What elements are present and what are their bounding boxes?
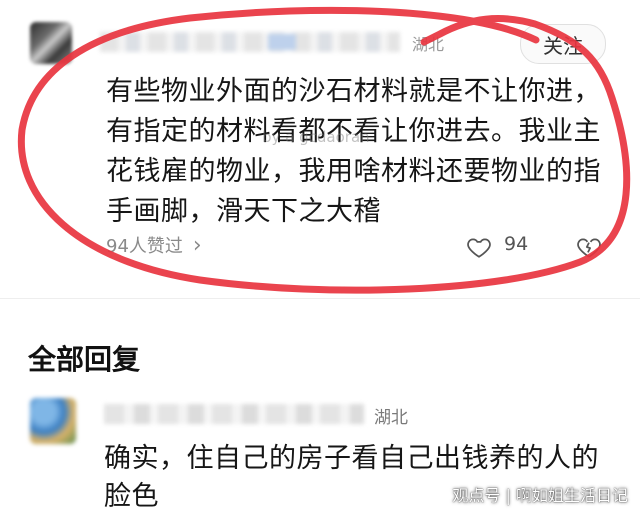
section-divider [0,298,640,299]
post-text: 有些物业外面的沙石材料就是不让你进，有指定的材料看都不看让你进去。我业主花钱雇的… [106,76,601,227]
heart-icon[interactable] [466,234,492,260]
post-location: 湖北 [412,35,445,54]
post-author-name-blurred[interactable] [100,32,400,52]
follow-button[interactable]: 关注 [520,24,606,64]
reply-author-avatar[interactable] [30,398,76,444]
post-author-avatar[interactable] [30,22,72,64]
all-replies-heading: 全部回复 [28,343,141,376]
chevron-right-icon: › [192,232,202,258]
broken-heart-icon[interactable] [576,234,602,260]
likes-text: 94人赞过 [106,236,183,257]
reply-location: 湖北 [374,408,408,428]
likes-summary[interactable]: 94人赞过 › [106,232,202,258]
like-count: 94 [504,233,529,255]
reply-author-name-blurred[interactable] [104,404,364,424]
footer-watermark: 观点号 | 啊如姐生活日记 [452,486,628,505]
image-watermark: by a gcdaoran [262,128,370,146]
